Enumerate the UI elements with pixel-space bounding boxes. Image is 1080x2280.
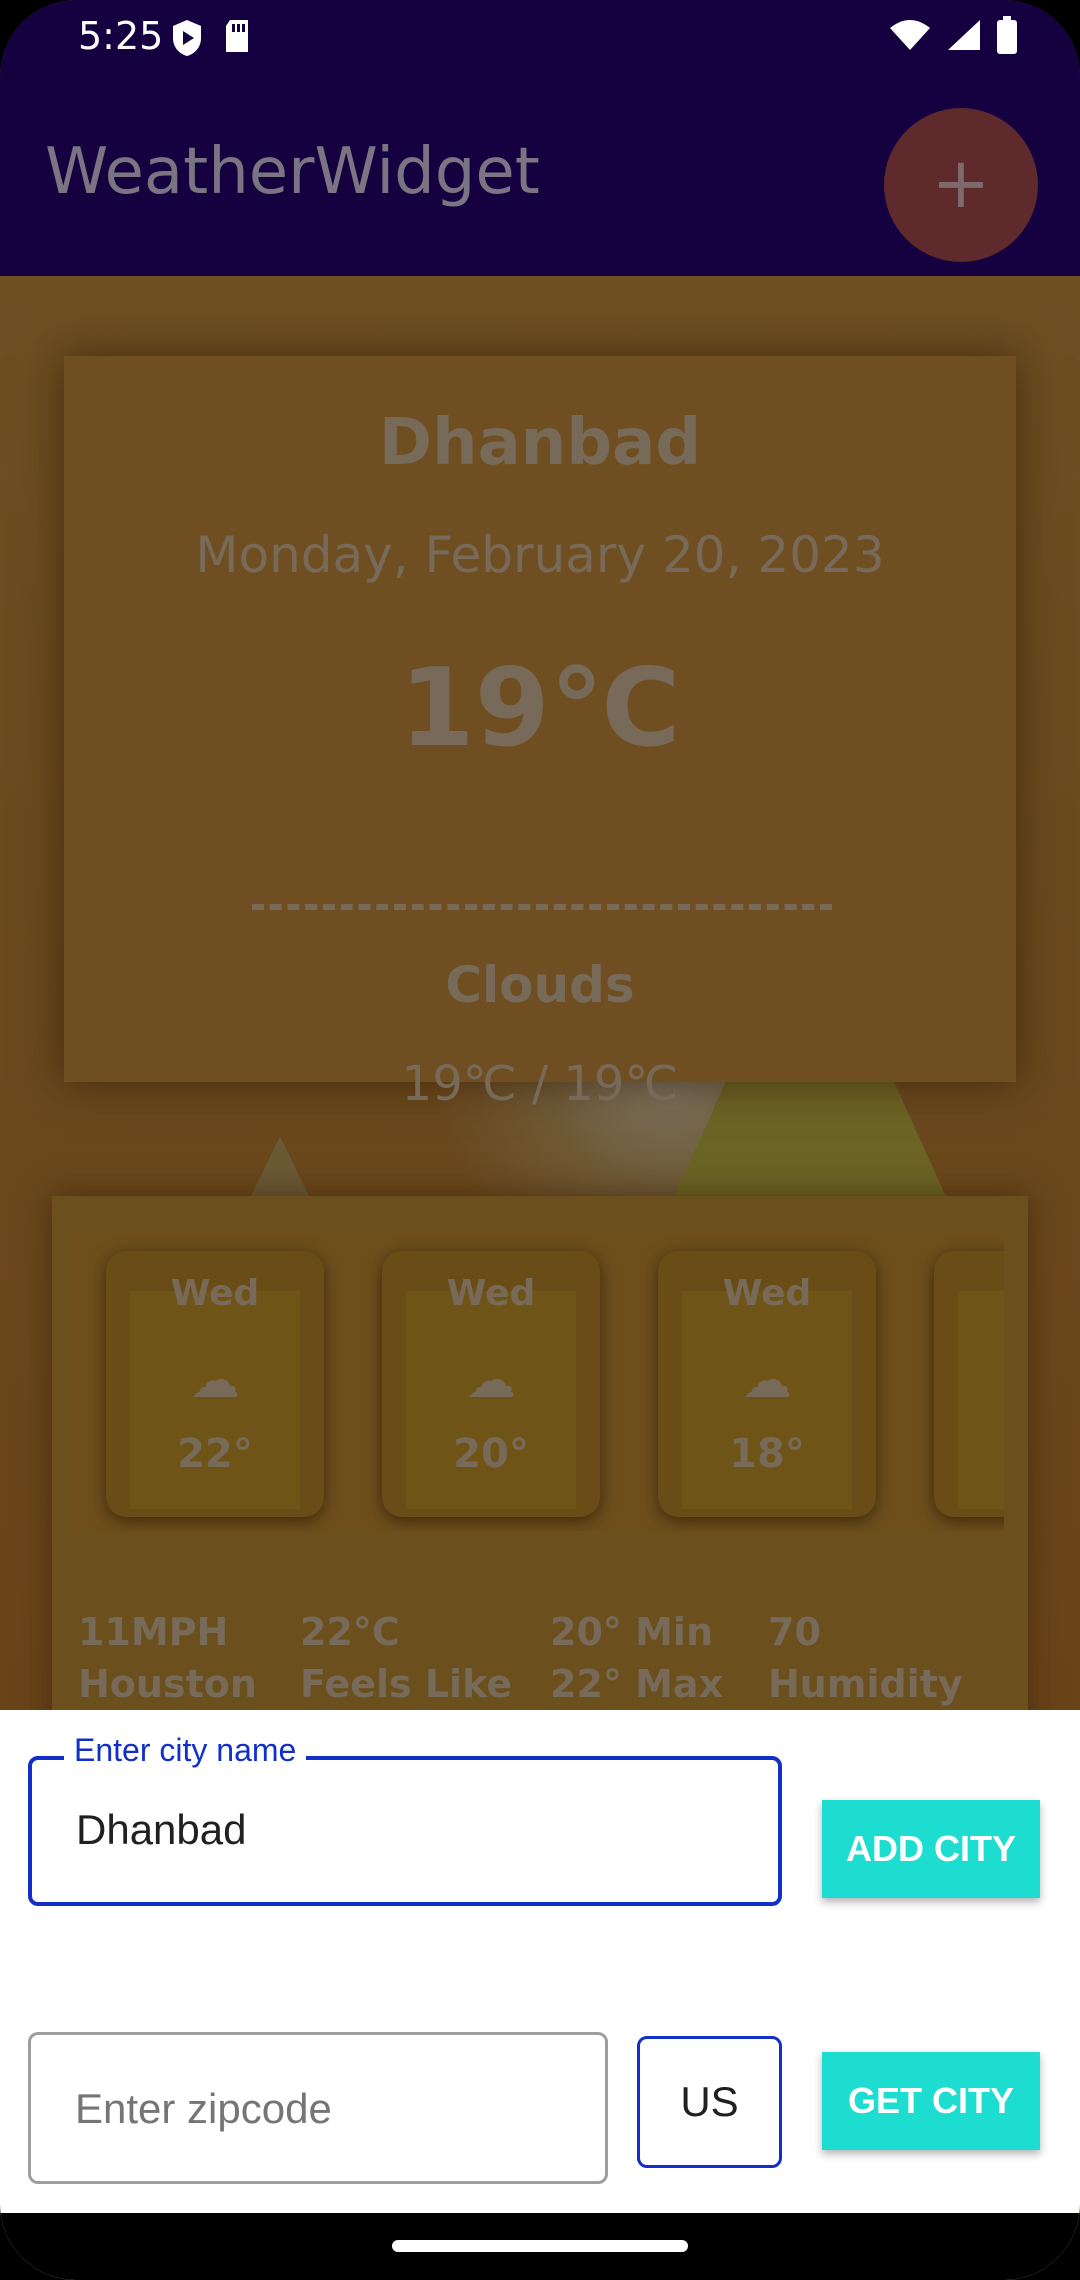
cloudy-icon: ☁: [466, 1351, 516, 1409]
dashed-divider: [252, 904, 832, 910]
get-city-button[interactable]: GET CITY: [822, 2052, 1040, 2150]
forecast-card[interactable]: Wed ☁ 18°: [658, 1251, 876, 1517]
city-name-field[interactable]: Enter city name Dhanbad: [28, 1732, 782, 1906]
status-icons-right: [888, 16, 1018, 54]
forecast-day: Wed: [446, 1273, 536, 1314]
play-protect-icon: [173, 20, 201, 56]
cloudy-icon: ☁: [190, 1351, 240, 1409]
forecast-day: Wed: [722, 1273, 812, 1314]
phone-screen: 5:25 WeatherWidget + Dhanbad Monday, Feb…: [0, 0, 1080, 2280]
min-max-stat: 20° Min 22° Max: [550, 1606, 723, 1710]
wind-label: Houston: [78, 1662, 257, 1706]
wind-value: 11MPH: [78, 1610, 229, 1654]
min-temp: 20° Min: [550, 1610, 714, 1654]
forecast-temp: 20°: [453, 1431, 529, 1477]
forecast-temp: 22°: [177, 1431, 253, 1477]
humidity-label: Humidity: [768, 1662, 963, 1706]
current-weather-card: Dhanbad Monday, February 20, 2023 19℃ Cl…: [64, 356, 1016, 1112]
date-text: Monday, February 20, 2023: [195, 526, 885, 584]
forecast-day: Wed: [170, 1273, 260, 1314]
status-icons-left: [170, 18, 252, 58]
forecast-card-partial[interactable]: [934, 1251, 1004, 1517]
status-time: 5:25: [78, 14, 164, 58]
zipcode-field[interactable]: Enter zipcode: [28, 2032, 608, 2184]
max-temp: 22° Max: [550, 1662, 724, 1706]
city-field-label: Enter city name: [64, 1732, 307, 1769]
signal-icon: [948, 20, 980, 50]
humidity-value: 70: [768, 1610, 821, 1654]
feels-like-stat: 22°C Feels Like: [300, 1606, 512, 1710]
wind-stat: 11MPH Houston: [78, 1606, 257, 1710]
forecast-strip[interactable]: Wed ☁ 22° Wed ☁ 20° Wed ☁ 18°: [74, 1231, 1004, 1531]
app-bar: 5:25 WeatherWidget +: [0, 0, 1080, 276]
forecast-card-inner: [958, 1291, 1004, 1509]
weather-condition: Clouds: [445, 956, 635, 1014]
app-title: WeatherWidget: [45, 135, 540, 209]
feels-like-label: Feels Like: [300, 1662, 513, 1706]
feels-like-value: 22°C: [300, 1610, 400, 1654]
wifi-icon: [890, 20, 930, 50]
sd-card-icon: [226, 20, 248, 52]
cloudy-icon: ☁: [742, 1351, 792, 1409]
forecast-card[interactable]: Wed ☁ 22°: [106, 1251, 324, 1517]
city-field-value: Dhanbad: [76, 1806, 247, 1853]
add-fab-button[interactable]: +: [884, 108, 1038, 262]
zipcode-placeholder: Enter zipcode: [75, 2085, 332, 2132]
humidity-stat: 70 Humidity: [768, 1606, 963, 1710]
home-gesture-handle[interactable]: [392, 2240, 688, 2252]
country-field[interactable]: US: [637, 2036, 782, 2168]
weather-content: Dhanbad Monday, February 20, 2023 19℃ Cl…: [0, 276, 1080, 1710]
current-temperature: 19℃: [399, 646, 681, 771]
forecast-temp: 18°: [729, 1431, 805, 1477]
forecast-card[interactable]: Wed ☁ 20°: [382, 1251, 600, 1517]
add-city-sheet: Enter city name Dhanbad ADD CITY Enter z…: [0, 1710, 1080, 2280]
temperature-range: 19℃ / 19℃: [401, 1056, 679, 1112]
add-city-button[interactable]: ADD CITY: [822, 1800, 1040, 1898]
battery-icon: [997, 16, 1017, 54]
city-name: Dhanbad: [378, 406, 702, 480]
